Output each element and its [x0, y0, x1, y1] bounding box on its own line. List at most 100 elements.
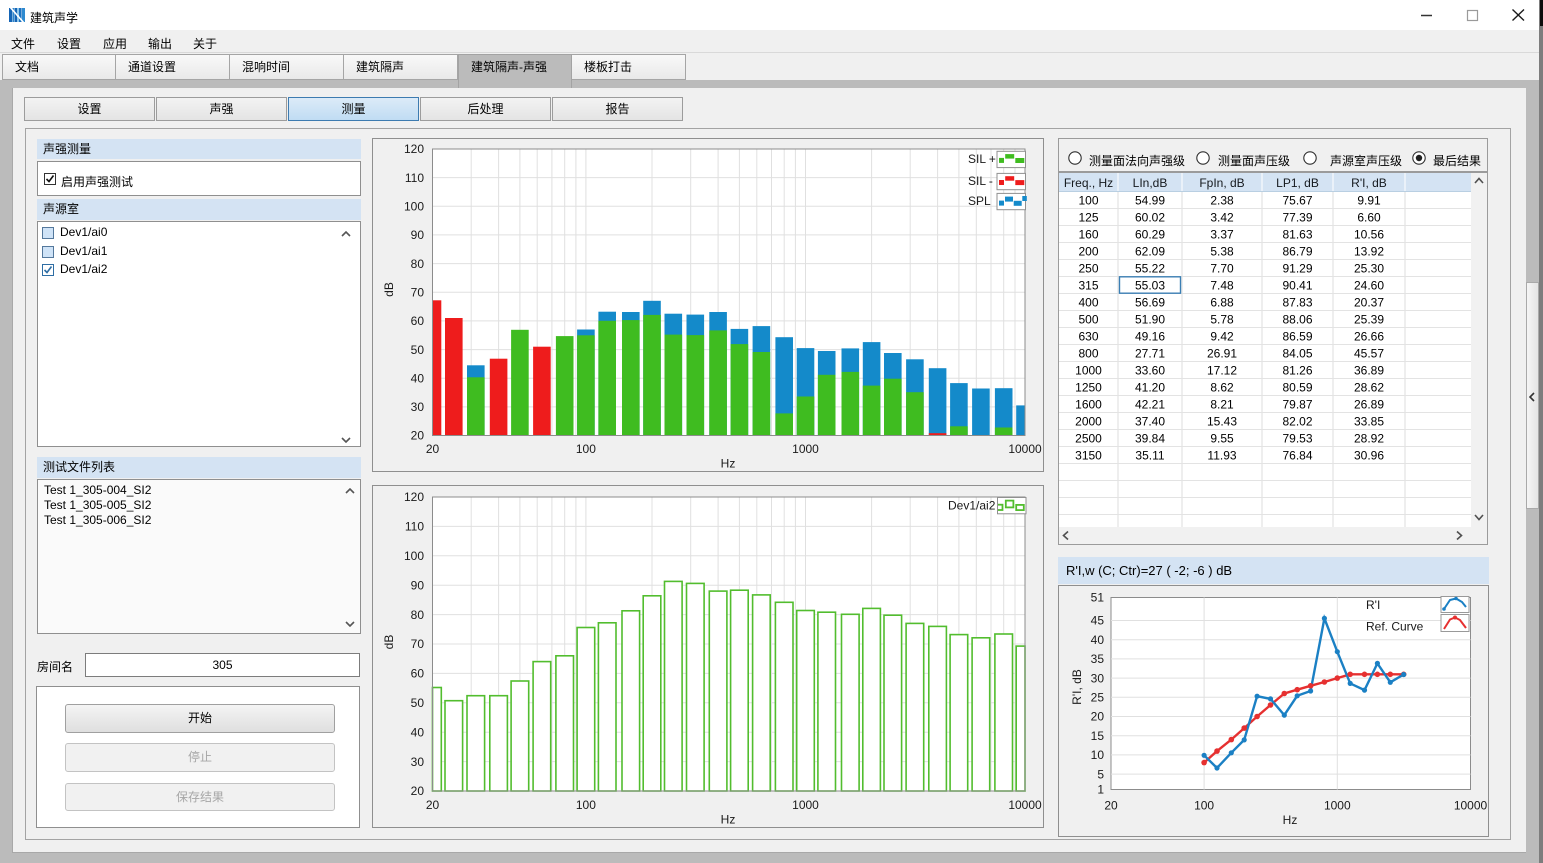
svg-text:7.48: 7.48 [1210, 279, 1234, 293]
svg-text:86.79: 86.79 [1282, 245, 1312, 259]
svg-text:10000: 10000 [1008, 442, 1042, 456]
svg-text:62.09: 62.09 [1135, 245, 1165, 259]
svg-text:42.21: 42.21 [1135, 398, 1165, 412]
svg-text:90: 90 [411, 228, 425, 242]
svg-text:24.60: 24.60 [1354, 279, 1384, 293]
svg-text:79.53: 79.53 [1282, 432, 1312, 446]
svg-text:Hz: Hz [1283, 813, 1298, 827]
svg-text:81.26: 81.26 [1282, 364, 1312, 378]
svg-text:40: 40 [411, 371, 425, 385]
svg-text:20: 20 [426, 798, 440, 812]
svg-text:33.85: 33.85 [1354, 415, 1384, 429]
svg-text:76.84: 76.84 [1282, 449, 1312, 463]
svg-text:80: 80 [411, 257, 425, 271]
svg-text:54.99: 54.99 [1135, 194, 1165, 208]
svg-text:15: 15 [1091, 729, 1105, 743]
svg-text:2500: 2500 [1075, 432, 1102, 446]
svg-text:35.11: 35.11 [1135, 449, 1164, 463]
svg-text:55.22: 55.22 [1135, 262, 1165, 276]
svg-text:45.57: 45.57 [1354, 347, 1384, 361]
svg-text:26.91: 26.91 [1207, 347, 1237, 361]
svg-text:25: 25 [1091, 691, 1105, 705]
svg-text:30: 30 [411, 400, 425, 414]
svg-text:49.16: 49.16 [1135, 330, 1165, 344]
svg-text:100: 100 [404, 549, 424, 563]
svg-text:25.30: 25.30 [1354, 262, 1384, 276]
svg-text:70: 70 [411, 285, 425, 299]
svg-text:5.78: 5.78 [1210, 313, 1234, 327]
svg-text:91.29: 91.29 [1282, 262, 1312, 276]
svg-text:200: 200 [1078, 245, 1098, 259]
svg-text:100: 100 [1194, 799, 1214, 813]
svg-text:90.41: 90.41 [1282, 279, 1312, 293]
svg-text:60.29: 60.29 [1135, 228, 1165, 242]
svg-text:40: 40 [411, 725, 425, 739]
svg-text:77.39: 77.39 [1282, 211, 1312, 225]
svg-text:LIn,dB: LIn,dB [1133, 176, 1168, 190]
svg-text:LP1, dB: LP1, dB [1276, 176, 1319, 190]
svg-text:55.03: 55.03 [1135, 279, 1165, 293]
svg-text:10.56: 10.56 [1354, 228, 1384, 242]
svg-text:FpIn, dB: FpIn, dB [1199, 176, 1244, 190]
svg-text:110: 110 [405, 171, 424, 185]
svg-text:80: 80 [411, 608, 425, 622]
svg-text:45: 45 [1091, 614, 1105, 628]
svg-text:160: 160 [1078, 228, 1098, 242]
svg-text:100: 100 [1078, 194, 1098, 208]
svg-text:87.83: 87.83 [1282, 296, 1312, 310]
svg-text:100: 100 [404, 200, 424, 214]
svg-text:60.02: 60.02 [1135, 211, 1165, 225]
svg-text:75.67: 75.67 [1282, 194, 1312, 208]
svg-text:1000: 1000 [1075, 364, 1102, 378]
svg-text:R'I, dB: R'I, dB [1351, 176, 1387, 190]
svg-text:20: 20 [411, 429, 425, 443]
svg-text:1000: 1000 [1324, 799, 1351, 813]
svg-text:dB: dB [382, 282, 396, 297]
svg-text:13.92: 13.92 [1354, 245, 1384, 259]
svg-text:10000: 10000 [1008, 798, 1042, 812]
svg-text:SIL -: SIL - [968, 174, 993, 188]
svg-text:35: 35 [1091, 652, 1105, 666]
svg-text:70: 70 [411, 637, 425, 651]
svg-text:25.39: 25.39 [1354, 313, 1384, 327]
svg-text:Freq., Hz: Freq., Hz [1064, 176, 1113, 190]
svg-text:20: 20 [1091, 710, 1105, 724]
svg-text:6.60: 6.60 [1357, 211, 1381, 225]
svg-text:3150: 3150 [1075, 449, 1102, 463]
svg-text:Hz: Hz [721, 457, 736, 471]
svg-text:79.87: 79.87 [1282, 398, 1312, 412]
svg-text:82.02: 82.02 [1282, 415, 1312, 429]
svg-text:1: 1 [1097, 783, 1104, 797]
svg-text:2.38: 2.38 [1210, 194, 1234, 208]
svg-text:50: 50 [411, 696, 425, 710]
svg-text:26.89: 26.89 [1354, 398, 1384, 412]
svg-text:1000: 1000 [792, 442, 819, 456]
svg-text:27.71: 27.71 [1135, 347, 1165, 361]
svg-text:39.84: 39.84 [1135, 432, 1165, 446]
svg-text:R'I, dB: R'I, dB [1070, 669, 1084, 705]
svg-text:dB: dB [382, 635, 396, 650]
svg-text:51.90: 51.90 [1135, 313, 1165, 327]
svg-text:400: 400 [1078, 296, 1098, 310]
svg-text:36.89: 36.89 [1354, 364, 1384, 378]
svg-text:R'I: R'I [1366, 598, 1380, 612]
svg-text:5: 5 [1097, 767, 1104, 781]
svg-text:51: 51 [1091, 591, 1105, 605]
svg-text:37.40: 37.40 [1135, 415, 1165, 429]
svg-text:11.93: 11.93 [1207, 449, 1236, 463]
svg-text:30: 30 [411, 755, 425, 769]
svg-text:100: 100 [576, 442, 596, 456]
svg-text:20: 20 [411, 784, 425, 798]
svg-text:33.60: 33.60 [1135, 364, 1165, 378]
svg-text:7.70: 7.70 [1210, 262, 1234, 276]
svg-text:8.21: 8.21 [1210, 398, 1234, 412]
svg-text:3.37: 3.37 [1210, 228, 1234, 242]
svg-text:40: 40 [1091, 633, 1105, 647]
svg-text:84.05: 84.05 [1282, 347, 1312, 361]
svg-text:250: 250 [1078, 262, 1098, 276]
svg-text:120: 120 [404, 490, 424, 504]
svg-text:Ref. Curve: Ref. Curve [1366, 620, 1424, 634]
svg-text:3.42: 3.42 [1210, 211, 1234, 225]
svg-text:88.06: 88.06 [1282, 313, 1312, 327]
svg-text:2000: 2000 [1075, 415, 1102, 429]
